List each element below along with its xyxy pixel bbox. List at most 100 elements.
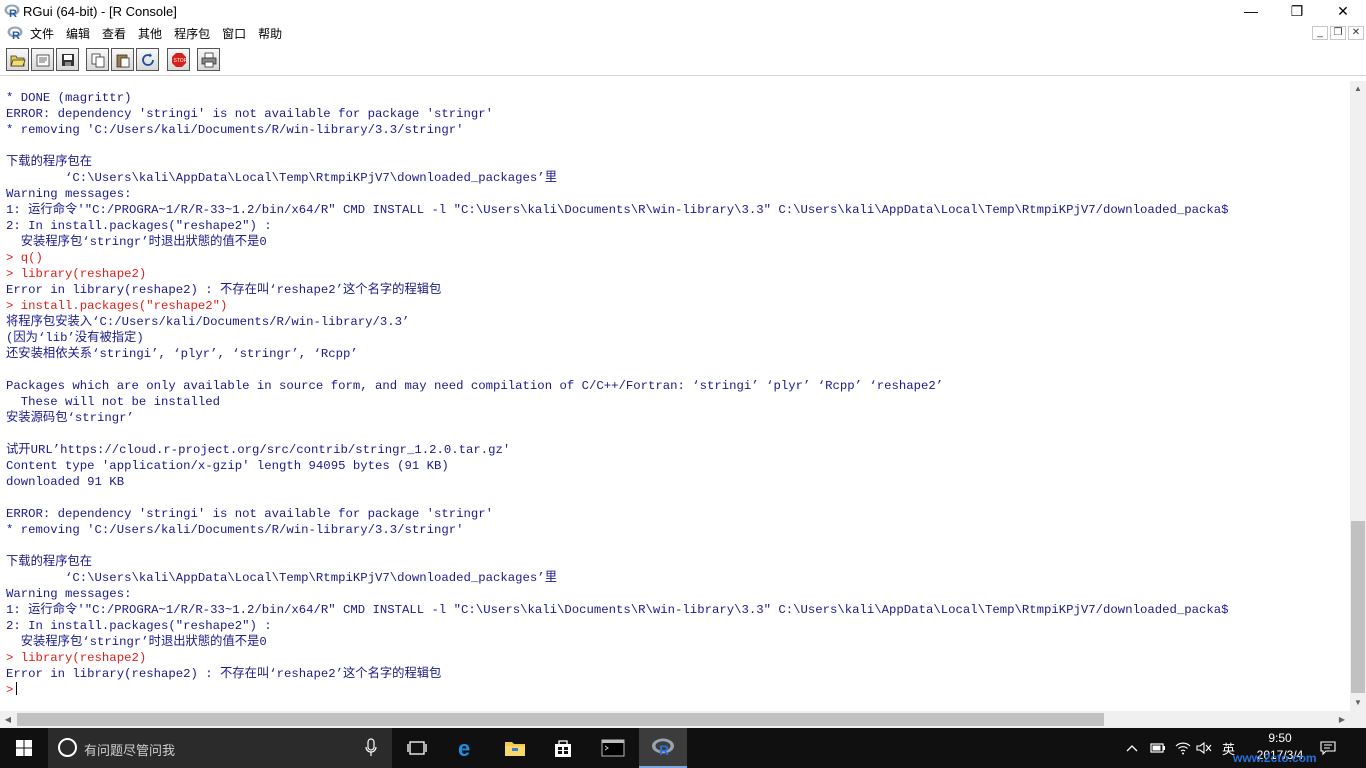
console-output-line: 2: In install.packages("reshape2") :	[6, 219, 272, 233]
console-prompt-line[interactable]: >	[0, 682, 1350, 698]
open-script-icon	[9, 55, 26, 66]
menu-bar: R 文件 编辑 查看 其他 程序包 窗口 帮助	[0, 22, 1366, 44]
cmd-button[interactable]	[589, 728, 637, 768]
paste-icon	[116, 54, 129, 67]
scroll-up-arrow-icon[interactable]: ▲	[1350, 81, 1366, 97]
console-output-line: 安装程序包‘stringr’时退出狀態的值不是0	[6, 235, 267, 249]
console-output-line: Error in library(reshape2) : 不存在叫‘reshap…	[6, 283, 442, 297]
console-output-line: 1: 运行命令'"C:/PROGRA~1/R/R-33~1.2/bin/x64/…	[6, 603, 1229, 617]
console-output-line: 1: 运行命令'"C:/PROGRA~1/R/R-33~1.2/bin/x64/…	[6, 203, 1229, 217]
console-output-line: 试开URL’https://cloud.r-project.org/src/co…	[6, 443, 511, 457]
action-center-button[interactable]	[1320, 728, 1346, 768]
save-workspace-icon	[61, 53, 74, 66]
print-icon	[201, 52, 216, 67]
r-app-icon: R	[652, 738, 674, 757]
mdi-restore-button[interactable]: ❐	[1330, 26, 1346, 40]
console-output-line: 将程序包安装入‘C:/Users/kali/Documents/R/win-li…	[6, 315, 410, 329]
show-hidden-icons-button[interactable]	[1126, 728, 1142, 768]
toolbar: STOP	[0, 44, 1366, 76]
copy-paste-button[interactable]	[136, 48, 159, 71]
stop-button[interactable]: STOP	[167, 48, 190, 71]
console-command-line: > library(reshape2)	[6, 651, 147, 665]
mdi-close-button[interactable]: ✕	[1348, 26, 1364, 40]
console-output-line: ‘C:\Users\kali\AppData\Local\Temp\RtmpiK…	[6, 171, 557, 185]
menu-item-5[interactable]: 窗口	[222, 25, 252, 42]
store-bag-icon	[555, 740, 571, 757]
store-button[interactable]	[541, 728, 585, 768]
console-output-line: 还安装相依关系‘stringi’, ‘plyr’, ‘stringr’, ‘Rc…	[6, 347, 358, 361]
load-workspace-button[interactable]	[31, 48, 54, 71]
vertical-scroll-thumb[interactable]	[1351, 521, 1365, 693]
console-output-line: Packages which are only available in sou…	[6, 379, 944, 393]
load-workspace-icon	[36, 54, 49, 66]
menu-item-4[interactable]: 程序包	[174, 25, 216, 42]
r-menu-logo-icon[interactable]: R	[7, 25, 23, 41]
copy-button[interactable]	[86, 48, 109, 71]
battery-icon	[1150, 743, 1165, 753]
cortana-search-box[interactable]: 有问题尽管问我	[48, 728, 392, 768]
menu-item-0[interactable]: 文件	[30, 25, 60, 42]
microphone-icon[interactable]	[364, 738, 378, 758]
console-output-line: Content type 'application/x-gzip' length…	[6, 459, 449, 473]
minimize-button[interactable]: —	[1228, 0, 1274, 22]
horizontal-scrollbar[interactable]: ◀ ▶	[0, 711, 1350, 728]
start-button[interactable]	[0, 728, 48, 768]
battery-button[interactable]	[1150, 728, 1168, 768]
notification-icon	[1320, 741, 1336, 755]
console-output-line: 下载的程序包在	[6, 555, 93, 569]
title-bar: R RGui (64-bit) - [R Console] — ❐ ✕	[0, 0, 1366, 22]
console-output-line: * removing 'C:/Users/kali/Documents/R/wi…	[6, 123, 464, 137]
taskbar: 有问题尽管问我 e R 英 9:50 2017/3/4	[0, 728, 1366, 768]
cortana-icon	[58, 738, 77, 757]
file-explorer-button[interactable]	[493, 728, 537, 768]
window-title: RGui (64-bit) - [R Console]	[23, 4, 177, 19]
console-command-line: > install.packages("reshape2")	[6, 299, 228, 313]
chevron-up-icon	[1126, 745, 1138, 752]
vertical-scrollbar[interactable]: ▲ ▼	[1350, 81, 1366, 711]
scroll-down-arrow-icon[interactable]: ▼	[1350, 695, 1366, 711]
clock-time: 9:50	[1268, 731, 1292, 745]
menu-item-2[interactable]: 查看	[102, 25, 132, 42]
copy-icon	[91, 53, 104, 67]
wifi-button[interactable]	[1175, 728, 1193, 768]
task-view-button[interactable]	[395, 728, 439, 768]
console-command-line: > library(reshape2)	[6, 267, 147, 281]
edge-button[interactable]: e	[445, 728, 489, 768]
console-output-line: These will not be installed	[6, 395, 221, 409]
save-workspace-button[interactable]	[56, 48, 79, 71]
console-output-line: downloaded 91 KB	[6, 475, 125, 489]
maximize-button[interactable]: ❐	[1274, 0, 1320, 22]
text-cursor	[16, 682, 18, 695]
console-output-line: * removing 'C:/Users/kali/Documents/R/wi…	[6, 523, 464, 537]
close-button[interactable]: ✕	[1320, 0, 1366, 22]
console-output-line: 安装程序包‘stringr’时退出狀態的值不是0	[6, 635, 267, 649]
console-output-line: 2: In install.packages("reshape2") :	[6, 619, 272, 633]
console-output-line: ERROR: dependency 'stringi' is not avail…	[6, 107, 494, 121]
svg-text:e: e	[458, 737, 470, 759]
rgui-taskbar-button[interactable]: R	[639, 728, 687, 768]
open-script-button[interactable]	[6, 48, 29, 71]
speaker-muted-icon	[1196, 741, 1212, 755]
console-output-line: * DONE (magrittr)	[6, 91, 132, 105]
menu-item-6[interactable]: 帮助	[258, 25, 288, 42]
volume-button[interactable]	[1196, 728, 1214, 768]
horizontal-scroll-thumb[interactable]	[17, 713, 1104, 726]
print-button[interactable]	[197, 48, 220, 71]
task-view-icon	[407, 741, 427, 755]
scroll-right-arrow-icon[interactable]: ▶	[1334, 711, 1350, 728]
paste-button[interactable]	[111, 48, 134, 71]
mdi-minimize-button[interactable]: _	[1312, 26, 1328, 40]
console-output-line: ‘C:\Users\kali\AppData\Local\Temp\RtmpiK…	[6, 571, 557, 585]
scroll-left-arrow-icon[interactable]: ◀	[0, 711, 16, 728]
r-console[interactable]: * DONE (magrittr) ERROR: dependency 'stri…	[0, 81, 1350, 711]
windows-logo-icon	[16, 740, 32, 756]
stop-icon: STOP	[171, 52, 187, 67]
r-logo-icon: R	[4, 4, 20, 19]
console-output-line: (因为‘lib’没有被指定)	[6, 331, 144, 345]
menu-item-3[interactable]: 其他	[138, 25, 168, 42]
menu-item-1[interactable]: 编辑	[66, 25, 96, 42]
svg-text:R: R	[659, 742, 669, 757]
